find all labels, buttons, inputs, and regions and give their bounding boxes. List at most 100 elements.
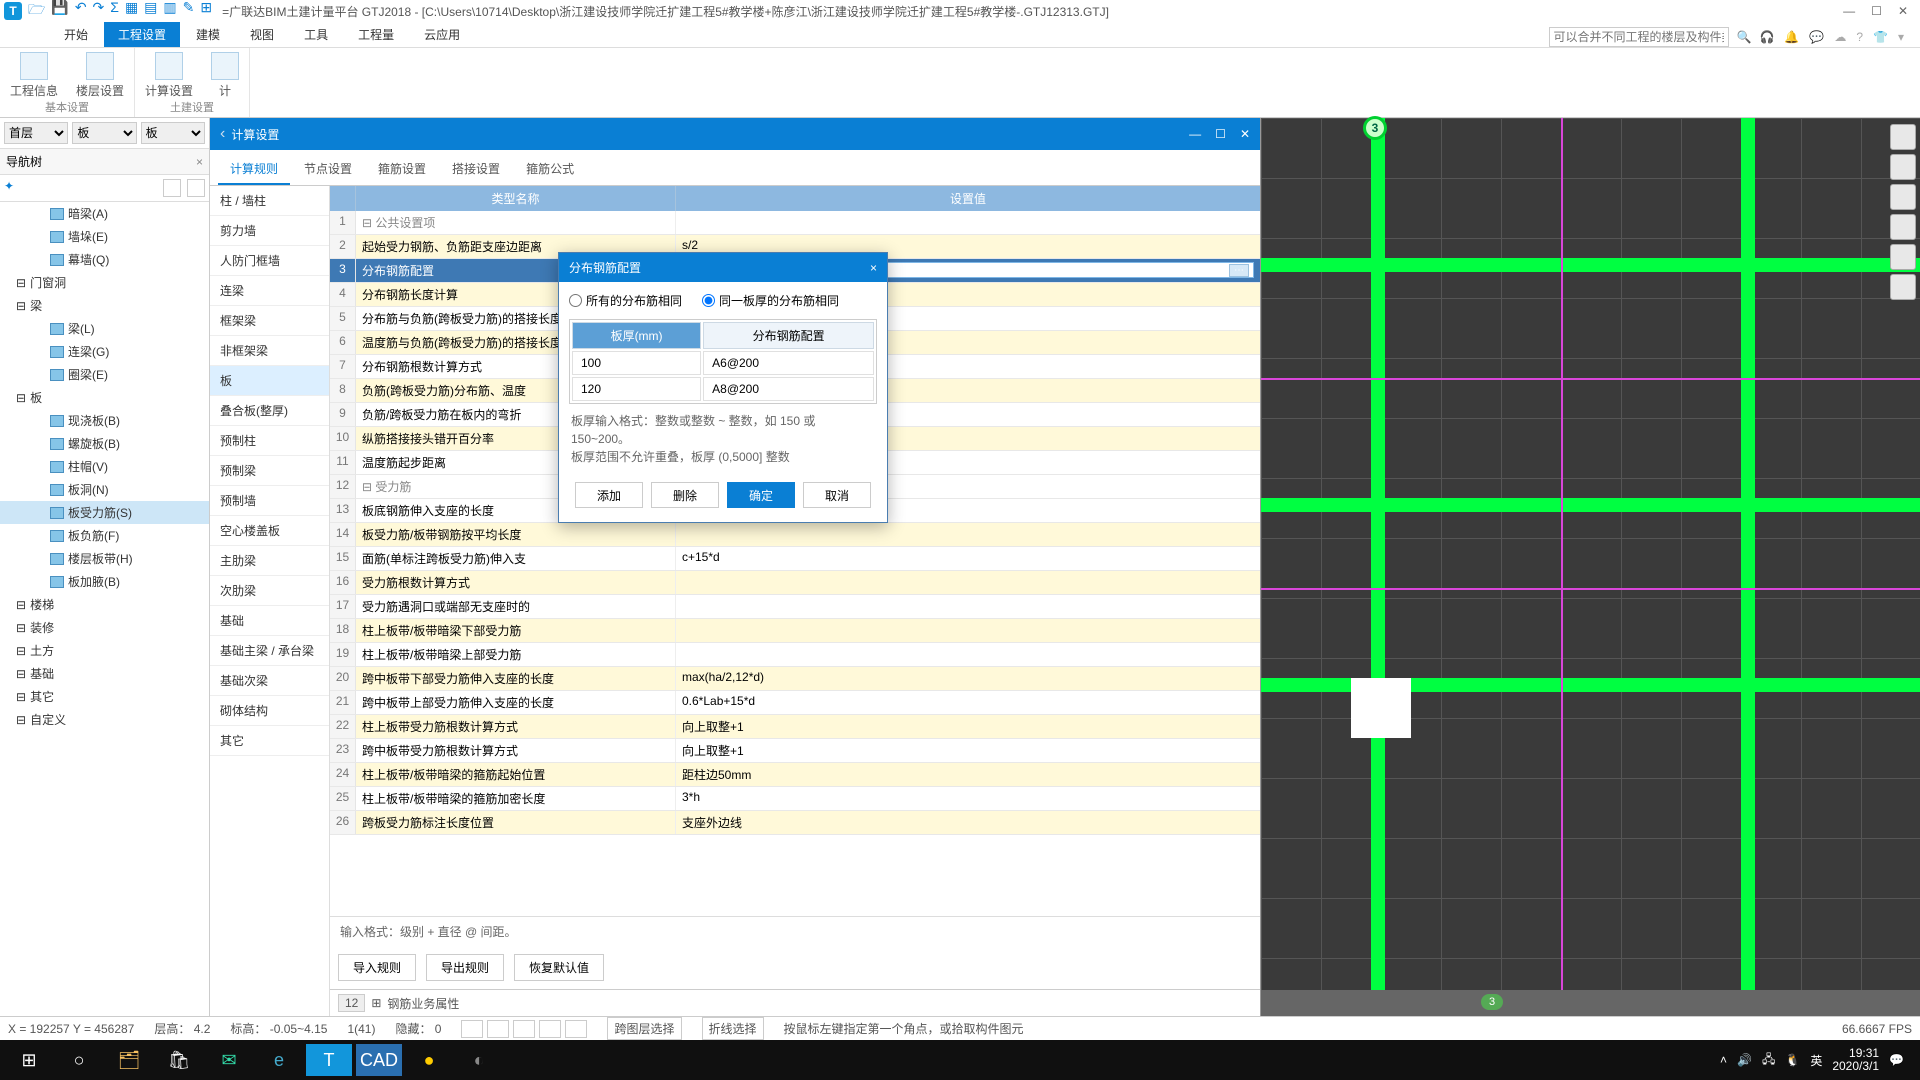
vp-tool-1-icon[interactable] — [1890, 124, 1916, 150]
ribbon-tab-view[interactable]: 视图 — [236, 22, 288, 47]
category-item[interactable]: 预制墙 — [210, 486, 329, 516]
panel-close-icon[interactable]: ✕ — [1240, 127, 1250, 141]
tree-node[interactable]: ⊟ 门窗洞 — [0, 271, 209, 294]
sb-tool2-icon[interactable] — [487, 1020, 509, 1038]
radio-same-thickness[interactable]: 同一板厚的分布筋相同 — [702, 292, 839, 309]
maximize-icon[interactable]: ☐ — [1871, 4, 1882, 18]
qat-redo-icon[interactable]: ↷ — [93, 0, 105, 23]
category-item[interactable]: 基础次梁 — [210, 666, 329, 696]
tab-lap[interactable]: 搭接设置 — [440, 154, 512, 185]
category-item[interactable]: 叠合板(整厚) — [210, 396, 329, 426]
panel-back-icon[interactable]: ‹ — [220, 125, 225, 143]
bell-icon[interactable]: 🔔 — [1784, 30, 1799, 44]
tree-node[interactable]: ⊟ 楼梯 — [0, 593, 209, 616]
edge-icon[interactable]: e — [256, 1044, 302, 1076]
minimize-icon[interactable]: — — [1843, 4, 1855, 18]
tree-node[interactable]: 连梁(G) — [0, 340, 209, 363]
tree-node[interactable]: ⊟ 装修 — [0, 616, 209, 639]
ribbon-tab-settings[interactable]: 工程设置 — [104, 22, 180, 47]
tree-node[interactable]: ⊟ 土方 — [0, 639, 209, 662]
dlg-cell[interactable]: A8@200 — [703, 377, 874, 401]
ribbon-tab-tools[interactable]: 工具 — [290, 22, 342, 47]
export-rules-button[interactable]: 导出规则 — [426, 954, 504, 981]
ribbon-btn-project-info[interactable]: 工程信息 — [10, 52, 58, 99]
table-row[interactable]: 1⊟ 公共设置项 — [330, 211, 1260, 235]
tab-stirrup[interactable]: 箍筋设置 — [366, 154, 438, 185]
app3-icon[interactable]: ● — [406, 1044, 452, 1076]
category-item[interactable]: 框架梁 — [210, 306, 329, 336]
tab-formula[interactable]: 箍筋公式 — [514, 154, 586, 185]
tray-qq-icon[interactable]: 🐧 — [1785, 1053, 1800, 1067]
status-polyline[interactable]: 折线选择 — [702, 1017, 764, 1040]
tree-node[interactable]: 幕墙(Q) — [0, 248, 209, 271]
tree-node[interactable]: 板受力筋(S) — [0, 501, 209, 524]
ribbon-btn-floor-settings[interactable]: 楼层设置 — [76, 52, 124, 99]
tray-clock[interactable]: 19:312020/3/1 — [1832, 1047, 1879, 1073]
type-select[interactable]: 板 — [72, 122, 136, 144]
cortana-icon[interactable]: ○ — [56, 1044, 102, 1076]
tree-node[interactable]: 柱帽(V) — [0, 455, 209, 478]
tray-ime[interactable]: 英 — [1810, 1052, 1822, 1069]
category-item[interactable]: 基础 — [210, 606, 329, 636]
ribbon-tab-start[interactable]: 开始 — [50, 22, 102, 47]
table-row[interactable]: 25柱上板带/板带暗梁的箍筋加密长度3*h — [330, 787, 1260, 811]
qat-sum-icon[interactable]: Σ — [110, 0, 119, 23]
sb-tool3-icon[interactable] — [513, 1020, 535, 1038]
tray-net-icon[interactable]: 🖧 — [1762, 1050, 1775, 1071]
category-item[interactable]: 次肋梁 — [210, 576, 329, 606]
table-row[interactable]: 20跨中板带下部受力筋伸入支座的长度max(ha/2,12*d) — [330, 667, 1260, 691]
ribbon-btn-calc-settings[interactable]: 计算设置 — [145, 52, 193, 99]
mail-icon[interactable]: ✉ — [206, 1044, 252, 1076]
ribbon-btn-calc2[interactable]: 计 — [211, 52, 239, 99]
headset-icon[interactable]: 🎧 — [1759, 30, 1774, 44]
ribbon-tab-model[interactable]: 建模 — [182, 22, 234, 47]
table-row[interactable]: 16受力筋根数计算方式 — [330, 571, 1260, 595]
category-item[interactable]: 主肋梁 — [210, 546, 329, 576]
dlg-delete-button[interactable]: 删除 — [651, 482, 719, 508]
qat-open-icon[interactable]: 🗁 — [28, 0, 45, 23]
vp-tool-6-icon[interactable] — [1890, 274, 1916, 300]
status-cross-layer[interactable]: 跨图层选择 — [607, 1017, 681, 1040]
tree-node[interactable]: ⊟ 梁 — [0, 294, 209, 317]
search-icon[interactable]: 🔍 — [1737, 30, 1752, 44]
table-row[interactable]: 24柱上板带/板带暗梁的箍筋起始位置距柱边50mm — [330, 763, 1260, 787]
ellipsis-button[interactable]: ⋯ — [1229, 264, 1249, 277]
tree-node[interactable]: 现浇板(B) — [0, 409, 209, 432]
qat-ruler-icon[interactable]: ⊞ — [200, 0, 212, 23]
qat-table-icon[interactable]: ▦ — [125, 0, 138, 23]
dialog-close-icon[interactable]: × — [870, 261, 877, 275]
nav-tool-icon[interactable]: ✦ — [4, 179, 14, 197]
restore-default-button[interactable]: 恢复默认值 — [514, 954, 604, 981]
ribbon-tab-qty[interactable]: 工程量 — [344, 22, 408, 47]
vp-tool-3-icon[interactable] — [1890, 184, 1916, 210]
category-item[interactable]: 空心楼盖板 — [210, 516, 329, 546]
tree-node[interactable]: 暗梁(A) — [0, 202, 209, 225]
category-item[interactable]: 非框架梁 — [210, 336, 329, 366]
tab-calc-rule[interactable]: 计算规则 — [218, 154, 290, 185]
app1-icon[interactable]: T — [306, 1044, 352, 1076]
table-row[interactable]: 14板受力筋/板带钢筋按平均长度 — [330, 523, 1260, 547]
sub-select[interactable]: 板 — [141, 122, 205, 144]
nav-close-icon[interactable]: × — [196, 155, 203, 169]
tree-node[interactable]: 板负筋(F) — [0, 524, 209, 547]
qat-misc1-icon[interactable]: ▤ — [144, 0, 157, 23]
tab-node[interactable]: 节点设置 — [292, 154, 364, 185]
radio-all-same[interactable]: 所有的分布筋相同 — [569, 292, 682, 309]
explorer-icon[interactable]: 🗂 — [106, 1044, 152, 1076]
tree-node[interactable]: 楼层板带(H) — [0, 547, 209, 570]
sb-tool4-icon[interactable] — [539, 1020, 561, 1038]
category-item[interactable]: 板 — [210, 366, 329, 396]
tree-node[interactable]: 板加腋(B) — [0, 570, 209, 593]
nav-view2-icon[interactable] — [187, 179, 205, 197]
tree-node[interactable]: 板洞(N) — [0, 478, 209, 501]
nav-view1-icon[interactable] — [163, 179, 181, 197]
ribbon-tab-cloud[interactable]: 云应用 — [410, 22, 474, 47]
category-item[interactable]: 基础主梁 / 承台梁 — [210, 636, 329, 666]
qat-edit-icon[interactable]: ✎ — [183, 0, 195, 23]
tree-node[interactable]: 螺旋板(B) — [0, 432, 209, 455]
category-item[interactable]: 预制梁 — [210, 456, 329, 486]
qat-undo-icon[interactable]: ↶ — [75, 0, 87, 23]
vp-tool-4-icon[interactable] — [1890, 214, 1916, 240]
category-item[interactable]: 预制柱 — [210, 426, 329, 456]
cloud-icon[interactable]: ☁ — [1834, 30, 1846, 44]
